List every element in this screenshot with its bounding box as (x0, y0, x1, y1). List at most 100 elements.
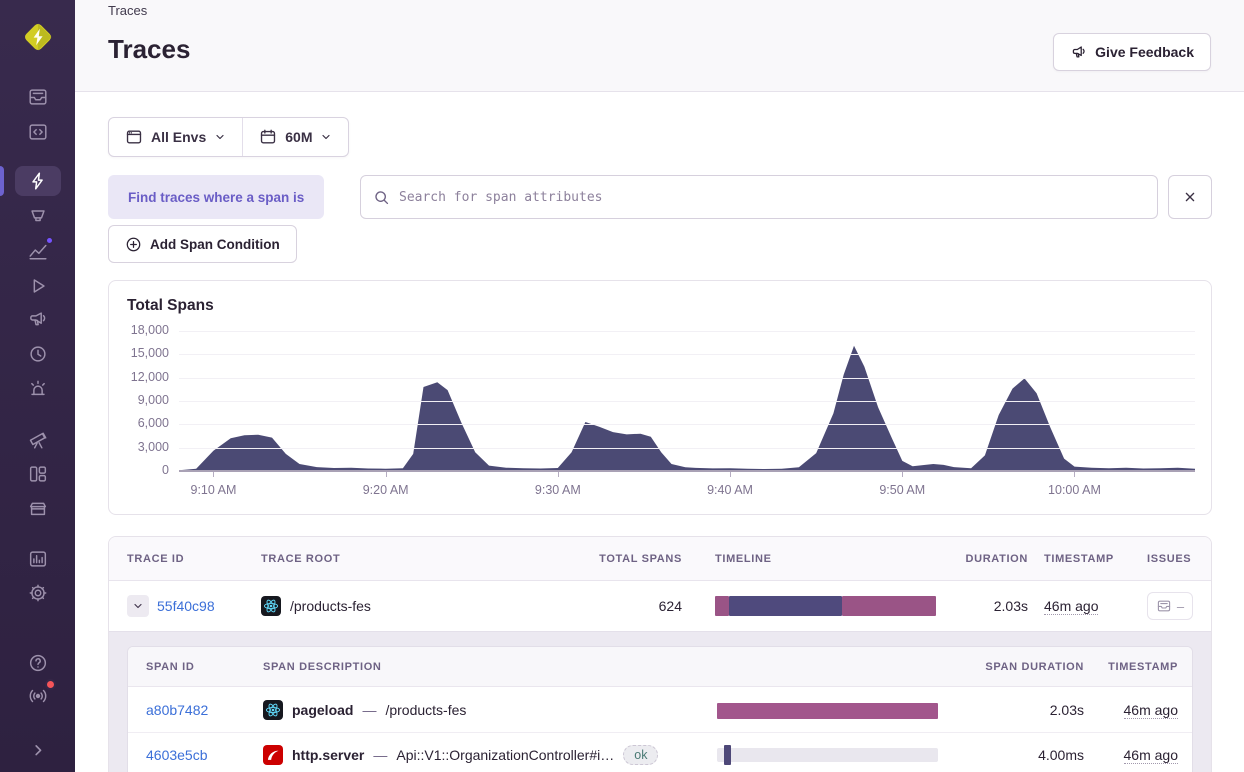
trace-expanded-section: SPAN ID SPAN DESCRIPTION SPAN DURATION T… (109, 631, 1211, 772)
span-id-link[interactable]: a80b7482 (146, 702, 208, 718)
chevron-down-icon (214, 131, 226, 143)
x-axis-label: 9:50 AM (879, 483, 925, 497)
total-spans-chart-card: Total Spans 03,0006,0009,00012,00015,000… (108, 280, 1212, 515)
sidebar-item-settings[interactable] (26, 581, 50, 605)
span-row: 4603e5cb http.server — Api::V1::Organiza… (128, 732, 1192, 772)
span-duration-bar (717, 703, 938, 719)
notification-dot-red (45, 679, 56, 690)
page-title: Traces (108, 34, 190, 65)
span-status-badge: ok (623, 745, 658, 765)
trace-id-link[interactable]: 55f40c98 (157, 598, 215, 614)
sidebar-collapse-chevron-icon[interactable] (26, 738, 50, 762)
x-axis-label: 9:40 AM (707, 483, 753, 497)
add-span-condition-label: Add Span Condition (150, 237, 280, 252)
spans-table: SPAN ID SPAN DESCRIPTION SPAN DURATION T… (127, 646, 1193, 772)
y-axis-label: 12,000 (109, 370, 169, 384)
react-icon (263, 700, 283, 720)
trace-timestamp[interactable]: 46m ago (1044, 598, 1098, 615)
sidebar (0, 0, 75, 772)
span-op: http.server (292, 747, 364, 763)
whats-new-broadcast-icon[interactable] (26, 684, 50, 708)
sidebar-item-stats[interactable] (26, 547, 50, 571)
x-axis-label: 9:10 AM (191, 483, 237, 497)
y-axis-label: 0 (109, 463, 169, 477)
span-op: pageload (292, 702, 353, 718)
give-feedback-button[interactable]: Give Feedback (1053, 33, 1211, 71)
span-duration-bar (717, 745, 938, 765)
total-spans-value: 624 (586, 598, 682, 614)
col-span-timestamp: TIMESTAMP (1084, 661, 1178, 673)
span-timestamp[interactable]: 46m ago (1124, 747, 1178, 764)
date-range-filter[interactable]: 60M (243, 118, 348, 156)
filter-bar: All Envs 60M (108, 117, 349, 157)
col-span-description: SPAN DESCRIPTION (263, 661, 701, 673)
date-range-filter-label: 60M (285, 129, 312, 145)
col-timestamp: TIMESTAMP (1028, 553, 1126, 565)
traces-table-header: TRACE ID TRACE ROOT TOTAL SPANS TIMELINE… (109, 537, 1211, 581)
app-root: Traces Traces Give Feedback All Envs (0, 0, 1244, 772)
environment-filter-label: All Envs (151, 129, 206, 145)
sentry-logo[interactable] (19, 18, 57, 56)
page-header: Traces Traces Give Feedback (75, 0, 1244, 92)
clear-search-button[interactable] (1168, 175, 1212, 219)
help-icon[interactable] (26, 651, 50, 675)
close-icon (1182, 189, 1198, 205)
separator: — (362, 702, 376, 718)
trace-issues-button[interactable]: – (1147, 592, 1193, 620)
sidebar-item-feedback[interactable] (26, 308, 50, 332)
x-axis-label: 10:00 AM (1048, 483, 1101, 497)
sidebar-item-insights[interactable] (26, 205, 50, 229)
sidebar-item-performance[interactable] (26, 239, 50, 263)
col-trace-root: TRACE ROOT (261, 553, 586, 565)
collapse-trace-button[interactable] (127, 595, 149, 617)
breadcrumb[interactable]: Traces (108, 3, 147, 18)
span-description: Api::V1::OrganizationController#i… (396, 747, 614, 763)
col-duration: DURATION (922, 553, 1028, 565)
add-span-condition-button[interactable]: Add Span Condition (108, 225, 297, 263)
sidebar-item-dashboards[interactable] (26, 462, 50, 486)
sidebar-item-replays[interactable] (26, 274, 50, 298)
col-trace-id: TRACE ID (127, 553, 261, 565)
sidebar-item-releases[interactable] (26, 496, 50, 520)
trace-row: 55f40c98 /products-fes 624 2.03s 46m ago (109, 581, 1211, 631)
issues-count-placeholder: – (1177, 599, 1184, 614)
traces-table: TRACE ID TRACE ROOT TOTAL SPANS TIMELINE… (108, 536, 1212, 772)
span-attributes-search-input[interactable] (399, 190, 1145, 205)
col-issues: ISSUES (1126, 553, 1195, 565)
sidebar-item-explore[interactable] (15, 166, 61, 196)
total-spans-chart: 03,0006,0009,00012,00015,00018,0009:10 A… (109, 281, 1211, 514)
y-axis-label: 15,000 (109, 346, 169, 360)
spans-table-header: SPAN ID SPAN DESCRIPTION SPAN DURATION T… (128, 647, 1192, 687)
megaphone-icon (1070, 44, 1087, 61)
give-feedback-label: Give Feedback (1095, 44, 1194, 60)
y-axis-label: 9,000 (109, 393, 169, 407)
span-row: a80b7482 pageload — /products-fes (128, 687, 1192, 732)
x-axis-label: 9:30 AM (535, 483, 581, 497)
active-item-indicator (0, 166, 4, 196)
y-axis-label: 3,000 (109, 440, 169, 454)
search-icon (373, 189, 390, 206)
col-timeline: TIMELINE (682, 553, 922, 565)
environment-filter[interactable]: All Envs (109, 118, 242, 156)
col-span-id: SPAN ID (146, 661, 263, 673)
sidebar-item-projects[interactable] (26, 120, 50, 144)
trace-timeline-bar (715, 596, 936, 616)
span-timestamp[interactable]: 46m ago (1124, 702, 1178, 719)
sidebar-item-discover[interactable] (26, 428, 50, 452)
issues-icon (1156, 598, 1172, 614)
rails-icon (263, 745, 283, 765)
search-box (360, 175, 1158, 219)
sidebar-item-alerts[interactable] (26, 376, 50, 400)
trace-root-label: /products-fes (290, 598, 371, 614)
span-duration-value: 4.00ms (941, 747, 1084, 763)
span-id-link[interactable]: 4603e5cb (146, 747, 208, 763)
span-duration-value: 2.03s (941, 702, 1084, 718)
trace-duration: 2.03s (922, 598, 1028, 614)
search-prefix-label: Find traces where a span is (108, 175, 324, 219)
notification-dot (45, 236, 54, 245)
sidebar-item-issues[interactable] (26, 85, 50, 109)
plus-circle-icon (125, 236, 142, 253)
sidebar-item-history[interactable] (26, 342, 50, 366)
calendar-icon (259, 128, 277, 146)
col-total-spans: TOTAL SPANS (586, 553, 682, 565)
